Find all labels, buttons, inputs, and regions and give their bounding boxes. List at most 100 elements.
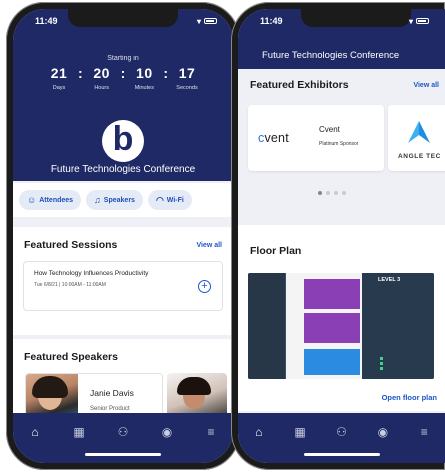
home-screen: 11:49 ▾ Starting in 21 Days : 20 Hours:… — [13, 9, 233, 463]
exhibitor-card-partial[interactable]: ANGLE TEC — [388, 105, 445, 171]
countdown-separator: : — [77, 65, 83, 81]
carousel-dots — [318, 191, 346, 195]
phone-home-screen: 11:49 ▾ Starting in 21 Days : 20 Hours:… — [6, 2, 240, 470]
legend-marker — [380, 362, 383, 365]
map-level-label: LEVEL 3 — [378, 277, 401, 283]
tab-profile-icon[interactable]: ◉ — [157, 425, 177, 439]
status-time: 11:49 — [35, 16, 58, 26]
logo-letter: b — [112, 120, 134, 158]
tab-calendar-icon[interactable]: ▦ — [290, 425, 310, 439]
session-time: Tue 6/8/21 | 10:00AM - 11:00AM — [34, 281, 106, 288]
countdown-separator: : — [163, 65, 168, 81]
exhibitor-name: Cvent — [319, 125, 340, 134]
tab-calendar-icon[interactable]: ▦ — [69, 425, 89, 439]
countdown-unit-label: Seconds — [176, 85, 198, 91]
section-title: Floor Plan — [250, 245, 302, 257]
countdown-unit-label: Hours — [94, 85, 109, 91]
tab-home-icon[interactable]: ⌂ — [249, 425, 269, 439]
exhibitor-card[interactable]: cvent Cvent Platinum Sponsor — [248, 105, 384, 171]
open-floor-plan-link[interactable]: Open floor plan — [382, 393, 437, 402]
carousel-dot-active[interactable] — [318, 191, 322, 195]
countdown-days: 21 Days — [44, 65, 74, 91]
wifi-status-icon: ▾ — [408, 16, 413, 26]
tab-menu-icon[interactable]: ≡ — [201, 425, 221, 439]
session-title: How Technology Influences Productivity — [34, 270, 149, 277]
booth-block — [304, 313, 360, 343]
tab-home-icon[interactable]: ⌂ — [25, 425, 45, 439]
cvent-logo: cvent — [258, 131, 289, 145]
exhibitor-tier: Platinum Sponsor — [319, 141, 359, 147]
booth-block — [304, 349, 360, 375]
status-icons: ▾ — [409, 17, 429, 26]
bottom-tab-bar: ⌂ ▦ ⚇ ◉ ≡ — [238, 413, 445, 463]
attendees-icon: ☺ — [27, 195, 37, 205]
phone-exhibitors-screen: 11:49 ▾ Future Technologies Conference F… — [231, 2, 445, 470]
session-card[interactable]: How Technology Influences Productivity T… — [23, 261, 223, 311]
legend-marker — [380, 367, 383, 370]
section-title: Featured Speakers — [24, 351, 118, 363]
countdown-minutes: 10 Minutes — [129, 65, 159, 91]
tab-people-icon[interactable]: ⚇ — [113, 425, 133, 439]
countdown-unit-label: Days — [52, 85, 66, 91]
section-header: Floor Plan — [238, 245, 445, 257]
speakers-icon: ♫ — [94, 195, 101, 205]
featured-sessions-section: Featured Sessions View all How Technolog… — [13, 227, 233, 335]
battery-icon — [416, 18, 429, 24]
section-title: Featured Sessions — [24, 239, 118, 251]
status-bar: 11:49 ▾ — [13, 9, 233, 33]
exhibitors-view-all-link[interactable]: View all — [413, 82, 439, 89]
chip-label: Speakers — [103, 196, 135, 204]
chip-label: Wi-Fi — [166, 196, 184, 204]
wifi-icon: ◠ — [155, 194, 164, 205]
home-indicator — [85, 453, 161, 456]
bottom-tab-bar: ⌂ ▦ ⚇ ◉ ≡ — [13, 413, 233, 463]
status-icons: ▾ — [197, 17, 217, 26]
status-bar: 11:49 ▾ — [238, 9, 445, 33]
tab-profile-icon[interactable]: ◉ — [373, 425, 393, 439]
wifi-status-icon: ▾ — [196, 16, 201, 26]
logo-text: vent — [264, 131, 289, 145]
countdown-label: Starting in — [107, 55, 139, 62]
floor-plan-section: Floor Plan LEVEL 3 Open floor plan — [238, 225, 445, 411]
countdown: Starting in 21 Days : 20 Hours : 10 Minu… — [23, 47, 223, 105]
booth-block — [304, 279, 360, 309]
tab-menu-icon[interactable]: ≡ — [414, 425, 434, 439]
conference-title: Future Technologies Conference — [50, 164, 196, 175]
speaker-role: Senior Product — [90, 406, 130, 412]
status-time: 11:49 — [260, 16, 283, 26]
exhibitors-screen: 11:49 ▾ Future Technologies Conference F… — [238, 9, 445, 463]
floor-plan-map[interactable]: LEVEL 3 — [248, 273, 434, 379]
angle-logo-icon — [408, 121, 430, 143]
countdown-value: 10 — [136, 65, 153, 81]
featured-exhibitors-section: Featured Exhibitors View all cvent Cvent… — [238, 69, 445, 211]
attendees-button[interactable]: ☺ Attendees — [19, 190, 82, 210]
quick-links: ☺ Attendees ♫ Speakers ◠ Wi-Fi — [13, 183, 233, 217]
section-header: Featured Sessions View all — [13, 239, 233, 251]
section-header: Featured Speakers — [13, 351, 233, 363]
map-area-right — [362, 273, 434, 379]
countdown-seconds: 17 Seconds — [172, 65, 202, 91]
hero-banner: Starting in 21 Days : 20 Hours : 10 Minu… — [13, 9, 233, 181]
chip-label: Attendees — [39, 196, 74, 204]
home-indicator — [303, 453, 380, 456]
battery-icon — [204, 18, 217, 24]
speakers-button[interactable]: ♫ Speakers — [86, 190, 143, 210]
carousel-dot[interactable] — [334, 191, 338, 195]
section-title: Featured Exhibitors — [250, 79, 349, 91]
wifi-button[interactable]: ◠ Wi-Fi — [147, 190, 192, 210]
countdown-value: 17 — [178, 65, 196, 81]
countdown-value: 21 — [50, 65, 68, 81]
sessions-view-all-link[interactable]: View all — [196, 242, 222, 249]
add-to-schedule-icon[interactable]: + — [198, 280, 211, 293]
carousel-dot[interactable] — [342, 191, 346, 195]
countdown-hours: 20 Hours — [87, 65, 117, 91]
exhibitor-logo-text: ANGLE TEC — [398, 153, 441, 160]
conference-logo: b — [102, 120, 144, 162]
header-title: Future Technologies Conference — [262, 50, 400, 61]
map-area-left — [248, 273, 286, 379]
tab-people-icon[interactable]: ⚇ — [331, 425, 351, 439]
carousel-dot[interactable] — [326, 191, 330, 195]
countdown-separator: : — [120, 65, 126, 81]
legend-marker — [380, 357, 383, 360]
speaker-name: Janie Davis — [90, 388, 134, 398]
